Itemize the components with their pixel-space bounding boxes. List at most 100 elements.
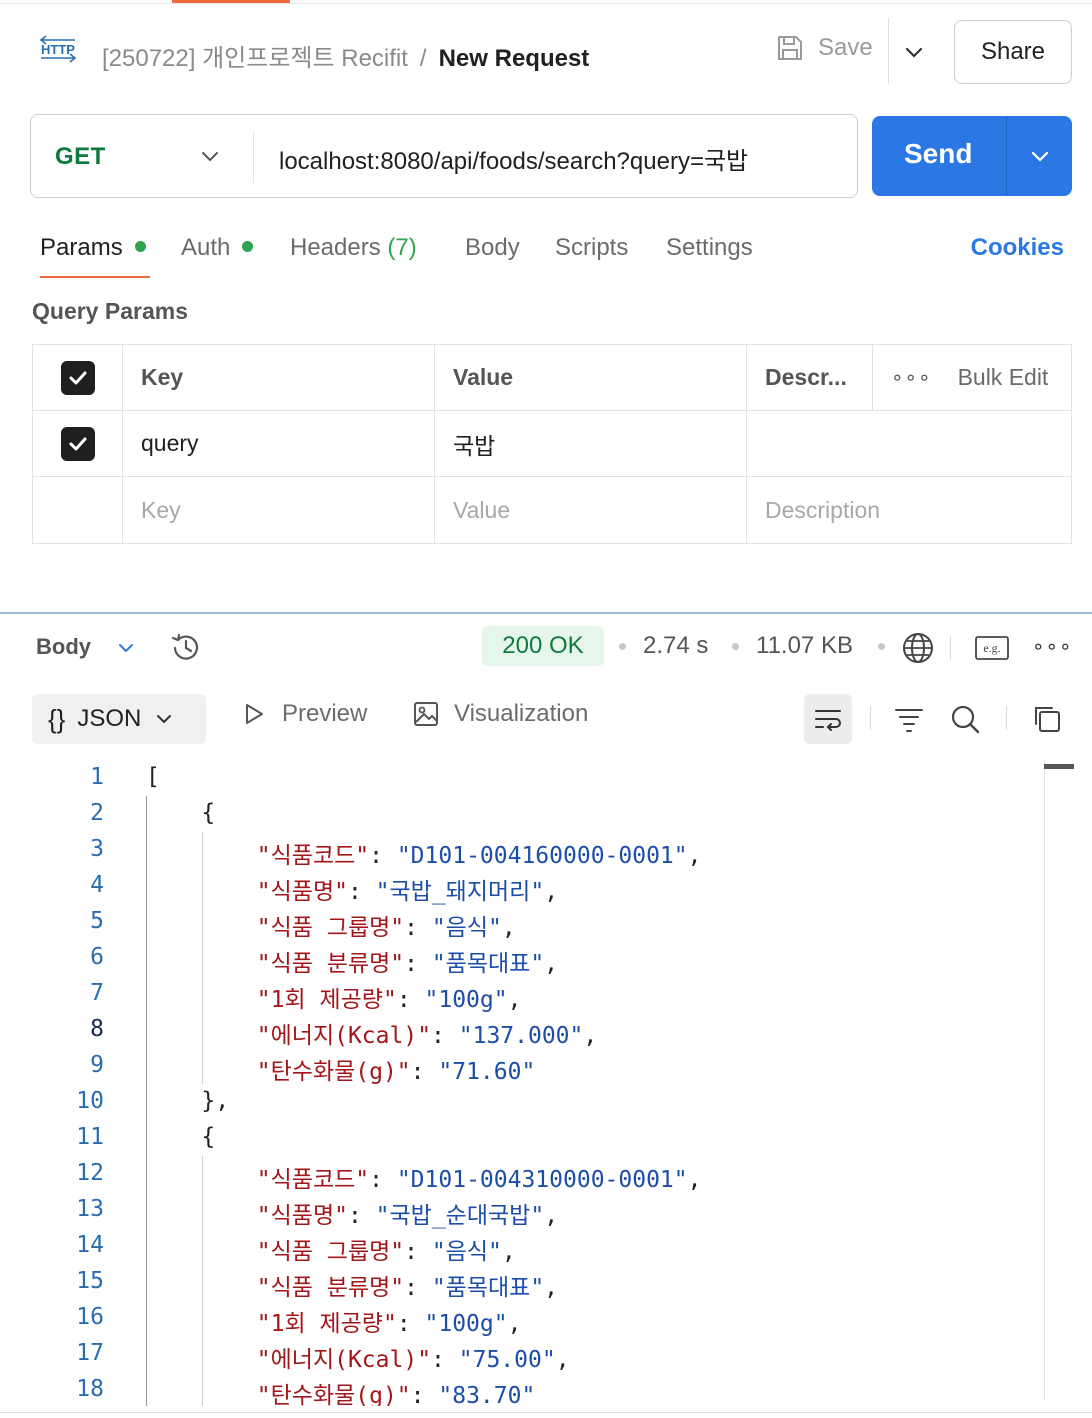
json-key: "식품코드" [256, 1167, 370, 1193]
line-number: 5 [90, 908, 104, 934]
param-value-placeholder[interactable]: Value [435, 477, 747, 543]
meta-separator-dot [878, 643, 885, 650]
cookies-link[interactable]: Cookies [971, 234, 1064, 262]
param-key-placeholder[interactable]: Key [123, 477, 435, 543]
meta-separator-dot [619, 643, 626, 650]
param-description-field[interactable] [747, 411, 1071, 476]
json-value: "국밥_순대국밥" [375, 1203, 545, 1229]
editor-scrollbar[interactable] [1044, 760, 1045, 1400]
format-select[interactable]: {} JSON [32, 694, 206, 744]
json-value: "D101-004160000-0001" [396, 843, 688, 869]
param-value-field[interactable]: 국밥 [435, 411, 747, 476]
toolbar-divider [1006, 706, 1007, 730]
chevron-down-icon[interactable] [900, 38, 928, 66]
send-button[interactable]: Send [872, 116, 1072, 196]
line-number: 17 [76, 1340, 104, 1366]
row-checkbox[interactable] [60, 426, 95, 461]
tab-body[interactable]: Body [465, 234, 520, 262]
line-number: 9 [90, 1052, 104, 1078]
json-value: "품목대표" [431, 951, 545, 977]
json-comma: , [687, 843, 702, 869]
json-key: "식품코드" [256, 843, 370, 869]
json-comma: , [555, 1347, 570, 1373]
line-number: 16 [76, 1304, 104, 1330]
query-params-table: Key Value Descr... ∘∘∘ Bulk Edit query 국… [32, 344, 1072, 544]
code-text: "식품 그룹명": "음식", [256, 915, 516, 941]
header-divider [888, 18, 889, 84]
line-number: 13 [76, 1196, 104, 1222]
chevron-down-icon[interactable] [197, 143, 223, 169]
send-split-divider [1006, 116, 1007, 196]
more-options-icon[interactable]: ∘∘∘ [1032, 634, 1073, 659]
code-text: "에너지(Kcal)": "75.00", [256, 1347, 570, 1373]
json-key: "식품 분류명" [256, 1275, 405, 1301]
response-resize-handle[interactable] [0, 612, 1092, 614]
tab-params[interactable]: Params [40, 234, 146, 262]
json-comma: , [544, 1275, 559, 1301]
json-key: "식품 그룹명" [256, 1239, 405, 1265]
json-comma: , [501, 1239, 516, 1265]
tab-settings[interactable]: Settings [666, 234, 753, 262]
param-description-placeholder[interactable]: Description [747, 477, 1071, 543]
tab-headers[interactable]: Headers (7) [290, 234, 417, 262]
json-key: "에너지(Kcal)" [256, 1347, 432, 1373]
check-icon [69, 437, 86, 450]
request-name[interactable]: New Request [439, 45, 590, 72]
line-number: 4 [90, 872, 104, 898]
code-line: 9 "탄수화물(g)": "71.60" [0, 1048, 1044, 1085]
param-key-field[interactable]: query [123, 411, 435, 476]
line-number: 18 [76, 1376, 104, 1402]
globe-icon[interactable] [900, 630, 936, 666]
json-value: "국밥_돼지머리" [375, 879, 545, 905]
filter-icon[interactable] [892, 702, 926, 736]
tab-scripts[interactable]: Scripts [555, 234, 628, 262]
json-value: "83.70" [438, 1383, 536, 1406]
line-number: 15 [76, 1268, 104, 1294]
wrap-lines-button[interactable] [804, 694, 852, 744]
format-label: JSON [77, 705, 142, 732]
response-size[interactable]: 11.07 KB [756, 632, 853, 660]
json-comma: , [687, 1167, 702, 1193]
code-text: "식품명": "국밥_돼지머리", [256, 879, 559, 905]
code-line: 5 "식품 그룹명": "음식", [0, 904, 1044, 941]
visualization-button[interactable]: Visualization [412, 700, 588, 728]
code-text: "1회 제공량": "100g", [256, 1311, 522, 1337]
chevron-down-icon[interactable] [114, 636, 138, 660]
json-key: "식품명" [256, 1203, 348, 1229]
search-icon[interactable] [948, 702, 982, 736]
json-key: "탄수화물(g)" [256, 1059, 411, 1085]
json-value: "137.000" [458, 1023, 584, 1049]
copy-icon[interactable] [1030, 702, 1064, 736]
json-key: "식품 분류명" [256, 951, 405, 977]
json-value: "D101-004310000-0001" [396, 1167, 688, 1193]
url-input[interactable]: localhost:8080/api/foods/search?query=국밥 [279, 141, 748, 176]
line-number: 12 [76, 1160, 104, 1186]
column-header-key: Key [123, 345, 435, 410]
response-body-label[interactable]: Body [36, 634, 91, 660]
scrollbar-thumb[interactable] [1044, 764, 1074, 769]
preview-button[interactable]: Preview [240, 700, 367, 728]
breadcrumb-collection[interactable]: [250722] 개인프로젝트 Recifit [102, 45, 408, 72]
code-line: 1[ [0, 760, 1044, 796]
toolbar-divider [950, 636, 951, 660]
json-value: "음식" [431, 915, 502, 941]
save-button[interactable]: Save [774, 32, 873, 64]
chevron-down-icon[interactable] [1026, 142, 1054, 170]
tab-auth[interactable]: Auth [181, 234, 254, 262]
code-text: "식품코드": "D101-004310000-0001", [256, 1167, 702, 1193]
save-as-example-icon[interactable]: e.g. [974, 634, 1010, 662]
column-header-description: Descr... [747, 345, 873, 410]
json-value: "음식" [431, 1239, 502, 1265]
status-badge[interactable]: 200 OK [482, 626, 604, 666]
history-icon[interactable] [168, 630, 204, 666]
share-button[interactable]: Share [954, 20, 1072, 84]
more-options-icon[interactable]: ∘∘∘ [891, 365, 932, 390]
select-all-checkbox[interactable] [60, 360, 95, 395]
row-checkbox-cell [33, 411, 123, 476]
response-body-editor[interactable]: 1[2 {3 "식품코드": "D101-004160000-0001", 4 "… [0, 760, 1044, 1406]
braces-icon: {} [48, 703, 66, 734]
bulk-edit-link[interactable]: Bulk Edit [958, 364, 1049, 391]
response-time[interactable]: 2.74 s [643, 632, 708, 660]
line-number: 3 [90, 836, 104, 862]
method-select[interactable]: GET [55, 143, 106, 171]
